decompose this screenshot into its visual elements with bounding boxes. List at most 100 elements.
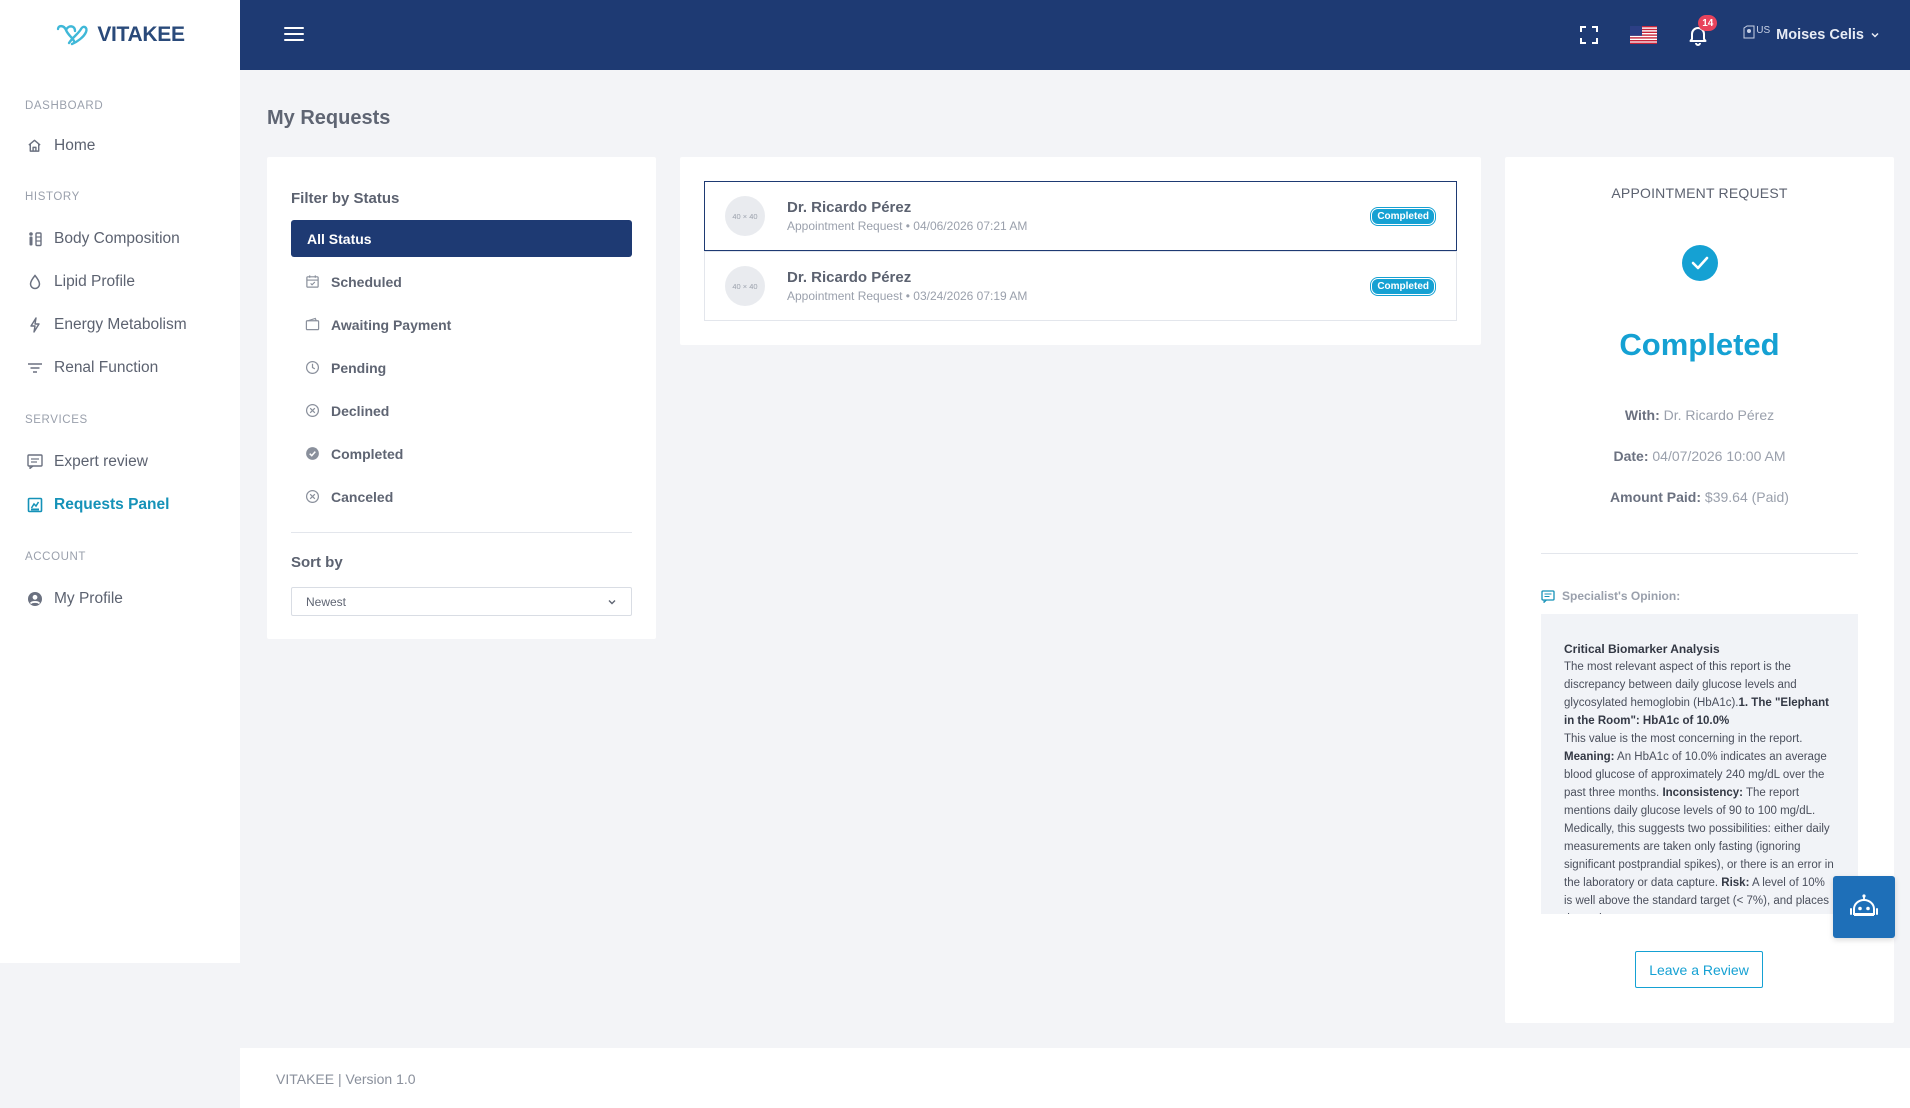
footer: VITAKEE | Version 1.0 — [240, 1048, 1910, 1108]
nav-section-dashboard: DASHBOARD — [25, 100, 104, 112]
divider — [1541, 553, 1858, 554]
sidebar-item-label: Energy Metabolism — [54, 315, 187, 333]
sort-title: Sort by — [291, 554, 343, 571]
request-item[interactable]: 40 × 40 Dr. Ricardo Pérez Appointment Re… — [704, 251, 1457, 321]
opinion-bold: Meaning: — [1564, 751, 1615, 763]
request-subtitle: Appointment Request • 04/06/2026 07:21 A… — [787, 219, 1028, 233]
chatbot-button[interactable] — [1833, 876, 1895, 938]
status-filter-label: Scheduled — [331, 273, 402, 290]
home-icon — [26, 137, 43, 154]
specialist-opinion-label: Specialist's Opinion: — [1562, 589, 1681, 603]
footer-text: VITAKEE | Version 1.0 — [276, 1071, 416, 1087]
status-filter-label: All Status — [307, 230, 372, 247]
detail-date: Date: 04/07/2026 10:00 AM — [1505, 448, 1894, 464]
avatar: US — [1743, 25, 1770, 45]
sidebar-item-label: My Profile — [54, 589, 123, 607]
status-filter-list: All Status Scheduled Awaiting Payment Pe… — [291, 220, 632, 518]
detail-date-label: Date: — [1613, 448, 1649, 464]
sidebar-item-requests-panel[interactable]: Requests Panel — [0, 483, 240, 526]
page-title: My Requests — [267, 107, 391, 129]
calendar-icon — [306, 275, 319, 288]
status-filter-label: Canceled — [331, 488, 394, 505]
x-circle-icon — [305, 403, 320, 418]
detail-amount: Amount Paid: $39.64 (Paid) — [1505, 489, 1894, 505]
avatar: 40 × 40 — [725, 196, 765, 236]
divider — [291, 532, 632, 533]
panel-icon — [26, 496, 43, 513]
user-name: Moises Celis — [1776, 27, 1864, 43]
sidebar-item-label: Lipid Profile — [54, 272, 135, 290]
status-filter-declined[interactable]: Declined — [291, 389, 632, 432]
filter-panel: Filter by Status All Status Scheduled Aw… — [267, 157, 656, 639]
sort-select[interactable]: Newest — [291, 587, 632, 616]
broken-image-icon — [1743, 25, 1755, 39]
check-circle-icon — [306, 447, 319, 460]
avatar: 40 × 40 — [725, 266, 765, 306]
topbar: 14 US Moises Celis — [240, 0, 1910, 70]
avatar-alt-text: US — [1756, 25, 1771, 36]
request-doctor-name: Dr. Ricardo Pérez — [787, 269, 912, 286]
us-flag-icon[interactable] — [1630, 26, 1658, 44]
opinion-paragraph: This value is the most concerning in the… — [1564, 733, 1803, 745]
body-icon — [26, 230, 43, 247]
sidebar-item-home[interactable]: Home — [0, 124, 240, 167]
chevron-down-icon — [608, 599, 616, 604]
notifications-button[interactable]: 14 — [1687, 15, 1718, 46]
specialist-opinion-title: Specialist's Opinion: — [1541, 589, 1680, 603]
user-icon — [26, 590, 43, 607]
nav-section-account: ACCOUNT — [25, 551, 87, 563]
specialist-opinion-box[interactable]: Critical Biomarker Analysis The most rel… — [1541, 614, 1858, 914]
user-menu[interactable]: US Moises Celis — [1743, 25, 1880, 45]
bolt-icon — [26, 316, 43, 333]
sidebar-item-label: Body Composition — [54, 229, 180, 247]
notification-badge: 14 — [1698, 15, 1718, 31]
brand-name: VITAKEE — [97, 23, 185, 46]
robot-icon — [1850, 894, 1878, 916]
detail-heading: APPOINTMENT REQUEST — [1611, 185, 1788, 201]
opinion-text: The most relevant aspect of this report … — [1564, 658, 1836, 914]
sidebar-item-energy-metabolism[interactable]: Energy Metabolism — [0, 303, 240, 346]
comment-icon — [1541, 589, 1555, 603]
sidebar-item-label: Expert review — [54, 452, 148, 470]
request-subtitle: Appointment Request • 03/24/2026 07:19 A… — [787, 289, 1028, 303]
status-filter-scheduled[interactable]: Scheduled — [291, 260, 632, 303]
x-circle-icon — [305, 489, 320, 504]
leave-review-button[interactable]: Leave a Review — [1635, 951, 1763, 988]
filter-title: Filter by Status — [291, 190, 400, 207]
vitakee-logo-icon — [57, 24, 88, 46]
chevron-down-icon — [1871, 32, 1879, 38]
sidebar-item-label: Renal Function — [54, 358, 159, 376]
sidebar-item-lipid-profile[interactable]: Lipid Profile — [0, 260, 240, 303]
detail-with-value: Dr. Ricardo Pérez — [1663, 407, 1775, 423]
status-filter-label: Pending — [331, 359, 387, 376]
request-doctor-name: Dr. Ricardo Pérez — [787, 199, 912, 216]
nav-section-history: HISTORY — [25, 191, 80, 203]
status-filter-completed[interactable]: Completed — [291, 432, 632, 475]
detail-date-value: 04/07/2026 10:00 AM — [1652, 448, 1786, 464]
fullscreen-icon[interactable] — [1579, 25, 1599, 45]
opinion-bold: Inconsistency: — [1662, 787, 1743, 799]
brand[interactable]: VITAKEE — [0, 0, 240, 70]
status-filter-label: Awaiting Payment — [331, 316, 452, 333]
status-filter-awaiting-payment[interactable]: Awaiting Payment — [291, 303, 632, 346]
sidebar-item-body-composition[interactable]: Body Composition — [0, 217, 240, 260]
sidebar-item-my-profile[interactable]: My Profile — [0, 577, 240, 620]
opinion-paragraph: The report mentions daily glucose levels… — [1564, 787, 1834, 889]
drop-icon — [26, 273, 43, 290]
menu-toggle-icon[interactable] — [284, 27, 304, 43]
detail-amount-label: Amount Paid: — [1610, 489, 1702, 505]
sidebar-item-expert-review[interactable]: Expert review — [0, 440, 240, 483]
filter-icon — [26, 359, 43, 376]
sidebar-item-label: Home — [54, 136, 96, 154]
sidebar-item-renal-function[interactable]: Renal Function — [0, 346, 240, 389]
opinion-bold: Risk: — [1721, 877, 1750, 889]
requests-list: 40 × 40 Dr. Ricardo Pérez Appointment Re… — [680, 157, 1481, 345]
detail-with-label: With: — [1624, 407, 1660, 423]
sidebar: VITAKEE DASHBOARD Home HISTORY Body Comp… — [0, 0, 240, 963]
request-item[interactable]: 40 × 40 Dr. Ricardo Pérez Appointment Re… — [704, 181, 1457, 251]
status-filter-all[interactable]: All Status — [291, 220, 632, 257]
status-filter-pending[interactable]: Pending — [291, 346, 632, 389]
status-filter-label: Declined — [331, 402, 390, 419]
sidebar-item-label: Requests Panel — [54, 495, 170, 513]
status-filter-canceled[interactable]: Canceled — [291, 475, 632, 518]
